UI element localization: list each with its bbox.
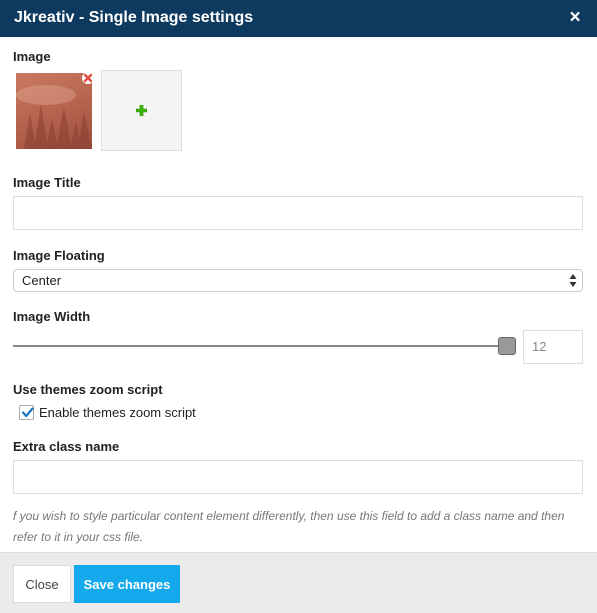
image-thumbnail[interactable] bbox=[16, 73, 92, 149]
extra-class-label: Extra class name bbox=[13, 439, 120, 454]
save-changes-button[interactable]: Save changes bbox=[74, 565, 180, 603]
image-floating-label: Image Floating bbox=[13, 248, 105, 263]
width-slider-handle[interactable] bbox=[498, 337, 516, 355]
dialog-title: Jkreativ - Single Image settings bbox=[14, 9, 254, 26]
image-floating-select[interactable]: Center bbox=[13, 269, 583, 292]
image-label: Image bbox=[13, 49, 51, 64]
image-floating-selected: Center bbox=[22, 273, 62, 288]
extra-class-input[interactable] bbox=[13, 460, 583, 494]
checkmark-icon bbox=[21, 407, 34, 418]
plus-icon[interactable] bbox=[136, 105, 147, 116]
forest-image-icon bbox=[16, 85, 92, 149]
image-width-input[interactable]: 12 bbox=[523, 330, 583, 364]
close-icon[interactable]: × bbox=[567, 8, 583, 28]
extra-class-help-text: f you wish to style particular content e… bbox=[13, 509, 565, 544]
image-title-input[interactable] bbox=[13, 196, 583, 230]
close-button[interactable]: Close bbox=[13, 565, 71, 603]
image-width-label: Image Width bbox=[13, 309, 91, 324]
dialog-header: Jkreativ - Single Image settings × bbox=[0, 0, 597, 37]
zoom-script-label: Use themes zoom script bbox=[13, 382, 163, 397]
image-title-label: Image Title bbox=[13, 175, 81, 190]
zoom-script-checkbox-label[interactable]: Enable themes zoom script bbox=[39, 405, 196, 420]
single-image-settings-dialog: Jkreativ - Single Image settings × Image… bbox=[0, 0, 597, 613]
select-arrows-icon bbox=[569, 274, 577, 287]
zoom-script-checkbox[interactable] bbox=[19, 405, 34, 420]
remove-icon[interactable] bbox=[82, 72, 94, 84]
width-slider-track[interactable] bbox=[13, 345, 507, 347]
